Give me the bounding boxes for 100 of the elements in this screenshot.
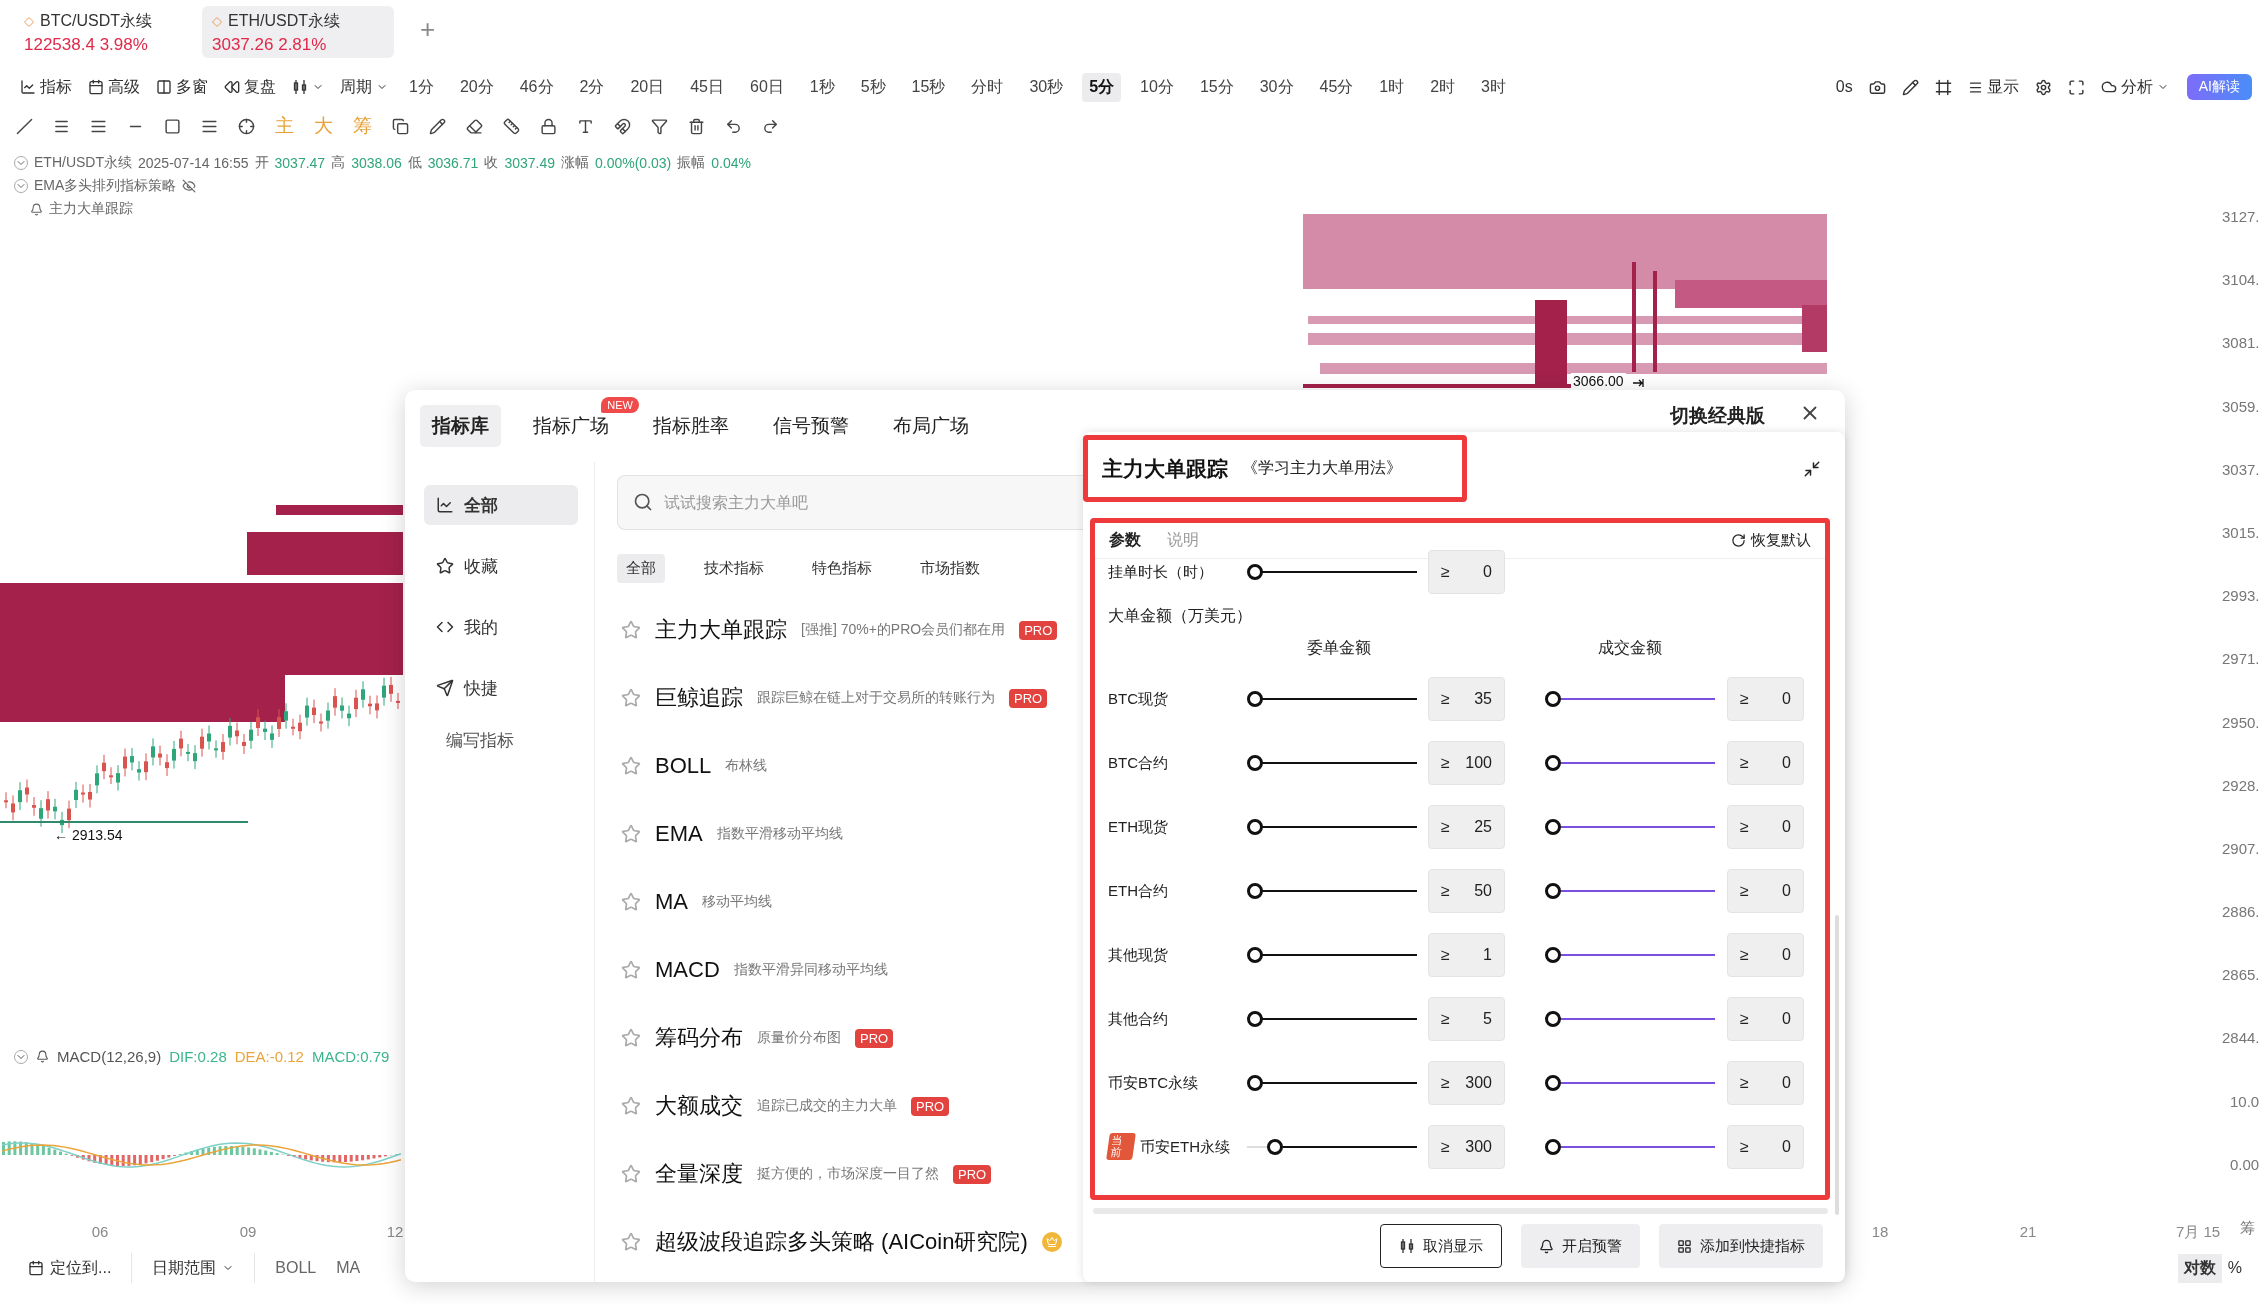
star-icon[interactable] xyxy=(621,620,641,640)
filter-chip[interactable]: 市场指数 xyxy=(911,554,989,583)
value-field[interactable]: ≥ 25 xyxy=(1428,805,1505,849)
toolbar-button[interactable]: 指标 xyxy=(12,72,80,102)
star-icon[interactable] xyxy=(621,1232,641,1252)
value-field[interactable]: ≥ 0 xyxy=(1727,677,1804,721)
slider-thumb[interactable] xyxy=(1545,819,1561,835)
period-tab[interactable]: 20分 xyxy=(452,72,501,102)
indicator-name[interactable]: 大额成交 xyxy=(655,1091,743,1121)
slider-thumb[interactable] xyxy=(1247,755,1263,771)
action-button[interactable]: 开启预警 xyxy=(1521,1224,1640,1268)
indicator-name[interactable]: MACD xyxy=(655,957,720,983)
slider[interactable] xyxy=(1247,564,1417,580)
drawing-tool-icon[interactable] xyxy=(577,117,594,135)
slider[interactable] xyxy=(1247,691,1417,707)
dialog-tab[interactable]: 指标胜率 xyxy=(641,405,741,447)
symbol-tab[interactable]: ETH/USDT永续 3037.26 2.81% xyxy=(202,6,394,58)
period-tab[interactable]: 30分 xyxy=(1252,72,1301,102)
switch-classic-button[interactable]: 切换经典版 xyxy=(1670,403,1765,429)
drawing-tool-icon[interactable] xyxy=(614,117,631,135)
slider[interactable] xyxy=(1247,755,1417,771)
period-tab[interactable]: 5分 xyxy=(1082,72,1122,102)
filter-chip[interactable]: 技术指标 xyxy=(695,554,773,583)
value-field[interactable]: ≥ 0 xyxy=(1727,741,1804,785)
sidebar-item[interactable]: 我的 xyxy=(424,607,578,647)
slider-thumb[interactable] xyxy=(1545,691,1561,707)
drawing-tool-icon[interactable] xyxy=(503,117,520,135)
period-tab[interactable]: 1秒 xyxy=(802,72,842,102)
drawing-tool-icon[interactable] xyxy=(164,117,181,135)
value-field[interactable]: ≥ 0 xyxy=(1727,869,1804,913)
period-tab[interactable]: 1分 xyxy=(402,72,441,102)
slider-thumb[interactable] xyxy=(1545,1139,1561,1155)
drawing-tool-icon[interactable] xyxy=(651,117,668,135)
indicator-name[interactable]: 巨鲸追踪 xyxy=(655,683,743,713)
slider[interactable] xyxy=(1545,1011,1715,1027)
filter-chip[interactable]: 全部 xyxy=(617,554,665,583)
drawing-tool-icon[interactable] xyxy=(466,117,483,135)
indicator-name[interactable]: 超级波段追踪多头策略 (AICoin研究院) xyxy=(655,1227,1028,1257)
value-field[interactable]: ≥ 0 xyxy=(1727,1061,1804,1105)
slider-thumb[interactable] xyxy=(1267,1139,1283,1155)
slider-thumb[interactable] xyxy=(1247,819,1263,835)
value-field[interactable]: ≥ 35 xyxy=(1428,677,1505,721)
value-field[interactable]: ≥ 300 xyxy=(1428,1061,1505,1105)
value-field[interactable]: ≥ 300 xyxy=(1428,1125,1505,1169)
indicator-button[interactable]: BOLL xyxy=(265,1255,327,1281)
indicator-button[interactable]: MA xyxy=(326,1255,371,1281)
slider[interactable] xyxy=(1545,755,1715,771)
indicator-name[interactable]: EMA xyxy=(655,821,703,847)
period-tab[interactable]: 30秒 xyxy=(1022,72,1071,102)
slider-thumb[interactable] xyxy=(1247,1075,1263,1091)
symbol-tab[interactable]: BTC/USDT永续 122538.4 3.98% xyxy=(14,6,194,58)
indicator-name[interactable]: MA xyxy=(655,889,688,915)
slider-thumb[interactable] xyxy=(1545,1075,1561,1091)
period-tab[interactable]: 2分 xyxy=(572,72,612,102)
period-tab[interactable]: 15分 xyxy=(1192,72,1241,102)
period-tab[interactable]: 1时 xyxy=(1372,72,1412,102)
indicator-name[interactable]: BOLL xyxy=(655,753,712,779)
toolbar-button[interactable]: 多窗 xyxy=(148,72,216,102)
sidebar-item[interactable]: 快捷 xyxy=(424,668,578,708)
filter-chip[interactable]: 特色指标 xyxy=(803,554,881,583)
action-button[interactable]: 添加到快捷指标 xyxy=(1659,1224,1823,1268)
toolbar-button[interactable]: 复盘 xyxy=(216,72,284,102)
slider-thumb[interactable] xyxy=(1247,691,1263,707)
indicator-name[interactable]: 筹码分布 xyxy=(655,1023,743,1053)
value-field[interactable]: ≥ 0 xyxy=(1727,1125,1804,1169)
reset-button[interactable]: 恢复默认 xyxy=(1731,531,1811,550)
indicator-name[interactable]: 全量深度 xyxy=(655,1159,743,1189)
value-field[interactable]: ≥ 1 xyxy=(1428,933,1505,977)
sidebar-item[interactable]: 全部 xyxy=(424,485,578,525)
add-tab-button[interactable]: + xyxy=(420,14,436,45)
dialog-tab[interactable]: 信号预警 xyxy=(761,405,861,447)
star-icon[interactable] xyxy=(621,1028,641,1048)
period-tab[interactable]: 45日 xyxy=(683,72,731,102)
search-field[interactable]: 试试搜索主力大单吧 xyxy=(617,475,1083,530)
value-field[interactable]: ≥ 0 xyxy=(1727,805,1804,849)
period-tab[interactable]: 10分 xyxy=(1133,72,1181,102)
value-field[interactable]: ≥ 0 xyxy=(1727,933,1804,977)
slider-thumb[interactable] xyxy=(1545,755,1561,771)
slider[interactable] xyxy=(1545,1075,1715,1091)
ai-button[interactable]: AI解读 xyxy=(2186,74,2252,100)
slider[interactable] xyxy=(1545,1139,1715,1155)
value-field[interactable]: ≥ 0 xyxy=(1428,550,1505,594)
slider[interactable] xyxy=(1247,1011,1417,1027)
slider[interactable] xyxy=(1247,947,1417,963)
period-tab[interactable]: 分时 xyxy=(964,72,1011,102)
period-tab[interactable]: 2时 xyxy=(1423,72,1463,102)
period-tab[interactable]: 20日 xyxy=(623,72,672,102)
value-field[interactable]: ≥ 5 xyxy=(1428,997,1505,1041)
slider-thumb[interactable] xyxy=(1247,1011,1263,1027)
star-icon[interactable] xyxy=(621,688,641,708)
timer-button[interactable]: 0s xyxy=(1827,74,1861,100)
dialog-tab[interactable]: 布局广场 xyxy=(881,405,981,447)
period-tab[interactable]: 45分 xyxy=(1312,72,1361,102)
scale-toggle[interactable]: % xyxy=(2221,1255,2248,1281)
date-range-button[interactable]: 日期范围 xyxy=(142,1253,245,1283)
slider[interactable] xyxy=(1545,691,1715,707)
slider-thumb[interactable] xyxy=(1247,564,1263,580)
drawing-tool-icon[interactable] xyxy=(725,117,742,135)
slider-thumb[interactable] xyxy=(1545,883,1561,899)
slider[interactable] xyxy=(1545,819,1715,835)
